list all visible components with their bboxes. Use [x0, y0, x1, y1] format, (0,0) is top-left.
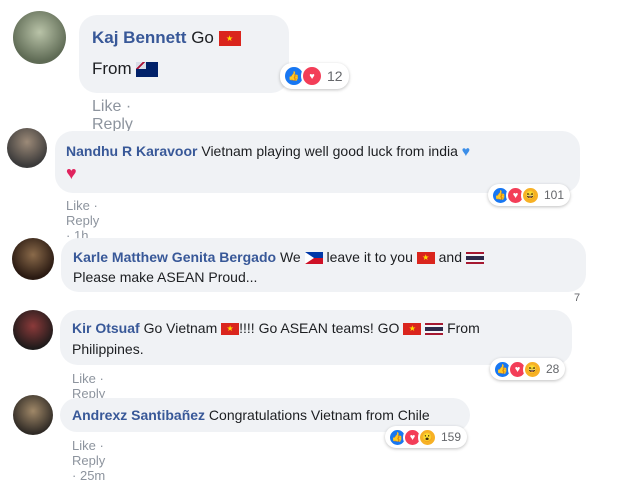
like-link[interactable]: Like	[66, 198, 90, 213]
commenter-name[interactable]: Karle Matthew Genita Bergado	[73, 249, 276, 265]
avatar[interactable]	[13, 11, 66, 64]
separator: ·	[93, 198, 98, 213]
separator: ·	[125, 98, 132, 115]
separator: ·	[99, 438, 104, 453]
reaction-count: 159	[441, 430, 462, 444]
avatar[interactable]	[13, 395, 53, 435]
vietnam-flag-icon: ★	[403, 323, 422, 336]
reaction-count: 28	[546, 362, 560, 376]
like-link[interactable]: Like	[72, 438, 96, 453]
comment-text: !!!! Go ASEAN teams! GO	[239, 320, 400, 336]
blue-heart-icon: ♥	[461, 143, 471, 159]
comment-text: Go Vietnam	[143, 320, 218, 336]
reaction-count-partial[interactable]: 7	[574, 292, 580, 304]
comment-text: and	[438, 249, 462, 265]
comment-text: From	[92, 59, 132, 78]
reaction-count: 12	[327, 68, 343, 84]
haha-reaction-icon: 😆	[523, 359, 542, 379]
haha-reaction-icon: 😆	[521, 185, 540, 205]
separator: ·	[99, 371, 104, 386]
commenter-name[interactable]: Kir Otsuaf	[72, 320, 140, 336]
reply-link[interactable]: Reply	[66, 213, 99, 228]
avatar[interactable]	[12, 238, 54, 280]
avatar[interactable]	[7, 128, 47, 168]
australia-flag-icon	[136, 62, 159, 78]
comment-bubble: Kir Otsuaf Go Vietnam ★!!!! Go ASEAN tea…	[60, 310, 572, 365]
love-reaction-icon: ♥	[301, 65, 323, 87]
wow-reaction-icon: 😮	[418, 427, 437, 447]
commenter-name[interactable]: Kaj Bennett	[92, 28, 186, 47]
comment-text: Philippines.	[72, 341, 144, 357]
thailand-flag-icon	[425, 323, 444, 336]
commenter-name[interactable]: Nandhu R Karavoor	[66, 143, 197, 159]
vietnam-flag-icon: ★	[218, 31, 241, 47]
vietnam-flag-icon: ★	[221, 323, 240, 336]
comment-text: leave it to you	[326, 249, 413, 265]
separator: ·	[72, 468, 77, 483]
like-link[interactable]: Like	[72, 371, 96, 386]
red-heart-icon: ♥	[66, 163, 77, 183]
thailand-flag-icon	[465, 252, 484, 265]
commenter-name[interactable]: Andrexz Santibañez	[72, 407, 205, 423]
timestamp[interactable]: 25m	[80, 468, 105, 483]
reaction-summary[interactable]: 👍 ♥ 😮 159	[385, 426, 468, 448]
comment-text: Vietnam playing well good luck from indi…	[201, 143, 458, 159]
comment-text: We	[279, 249, 301, 265]
comment-text: Congratulations Vietnam from Chile	[208, 407, 430, 423]
comment-bubble: Kaj Bennett Go ★ From	[79, 15, 289, 93]
comment-text: Please make ASEAN Proud...	[73, 269, 258, 285]
like-link[interactable]: Like	[92, 98, 121, 116]
philippines-flag-icon	[304, 252, 323, 265]
reaction-summary[interactable]: 👍 ♥ 😆 28	[490, 358, 566, 380]
comment-bubble: Karle Matthew Genita Bergado We leave it…	[61, 238, 586, 292]
comment-actions: Like · Reply · 25m	[72, 438, 105, 483]
reaction-count: 101	[544, 188, 565, 202]
reply-link[interactable]: Reply	[72, 453, 105, 468]
comment-text: From	[447, 320, 480, 336]
avatar[interactable]	[13, 310, 53, 350]
vietnam-flag-icon: ★	[416, 252, 435, 265]
reaction-summary[interactable]: 👍 ♥ 12	[280, 63, 349, 89]
comment-text: Go	[191, 28, 214, 47]
reaction-summary[interactable]: 👍 ♥ 😆 101	[488, 184, 571, 206]
comment-actions: Like · Reply · 1h	[66, 198, 99, 243]
